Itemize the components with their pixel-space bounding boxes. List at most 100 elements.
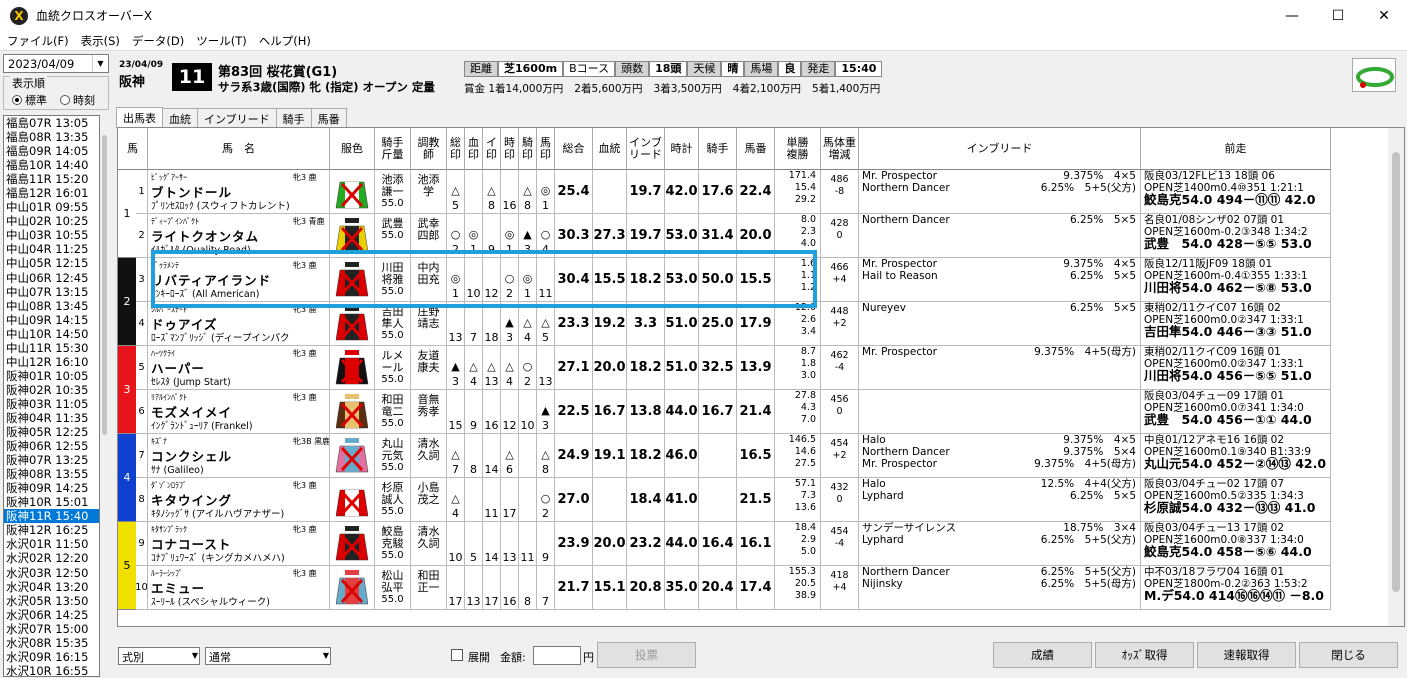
column-header[interactable]: 単勝 複勝: [775, 128, 821, 170]
column-header[interactable]: 調教 師: [411, 128, 447, 170]
tenkai-checkbox[interactable]: [451, 649, 463, 661]
race-list-item[interactable]: 水沢03R 12:50: [4, 566, 99, 580]
date-select[interactable]: 2023/04/09 ▼: [3, 54, 109, 73]
radio-time[interactable]: 時刻: [60, 92, 95, 108]
column-header[interactable]: 騎 印: [519, 128, 537, 170]
column-header[interactable]: 血 印: [465, 128, 483, 170]
radio-standard[interactable]: 標準: [12, 92, 47, 108]
bet-mode-select[interactable]: 通常 ▼: [205, 647, 331, 665]
column-header[interactable]: イ 印: [483, 128, 501, 170]
horse-name-cell[interactable]: ﾀﾞｿﾞﾝﾛﾗﾌﾞ 牝3 鹿キタウイング ｷﾀﾉｼｯｸﾞｻ (アイルハヴアナザー): [148, 478, 330, 522]
flash-fetch-button[interactable]: 速報取得: [1197, 642, 1296, 668]
horse-name-cell[interactable]: ｷｽﾞﾅ 牝3B 黒鹿 コンクシェル ｻﾅ (Galileo): [148, 434, 330, 478]
bet-type-select[interactable]: 式別 ▼: [118, 647, 200, 665]
race-list-item[interactable]: 福島09R 14:05: [4, 144, 99, 158]
dam-sire: ｺﾅﾌﾞﾘｭﾜｰｽﾞ (キングカメハメハ): [151, 553, 285, 564]
race-list-item[interactable]: 中山11R 15:30: [4, 341, 99, 355]
race-list-item[interactable]: 阪神11R 15:40: [4, 509, 99, 524]
race-list[interactable]: 福島07R 13:05 福島08R 13:35 福島09R 14:05 福島10R 1…: [3, 115, 100, 677]
column-header[interactable]: インブ リード: [627, 128, 665, 170]
tab-2[interactable]: インブリード: [197, 108, 277, 128]
race-list-scrollbar[interactable]: [100, 115, 109, 677]
menu-view[interactable]: 表示(S): [74, 31, 125, 50]
tab-1[interactable]: 血統: [162, 108, 198, 128]
horse-name-cell[interactable]: ｼﾙﾊﾞｰｽﾃｰﾄ 牝3 鹿ドゥアイズ ﾛｰｽﾞﾏﾝﾌﾞﾘｯｼﾞ (ディープインパク: [148, 302, 330, 346]
race-list-item[interactable]: 阪神07R 13:25: [4, 453, 99, 467]
column-header[interactable]: 馬 印: [537, 128, 555, 170]
race-list-item[interactable]: 中山06R 12:45: [4, 271, 99, 285]
race-list-item[interactable]: 水沢07R 15:00: [4, 622, 99, 636]
race-list-item[interactable]: 福島12R 16:01: [4, 186, 99, 200]
column-header[interactable]: インブリード: [859, 128, 1141, 170]
race-list-item[interactable]: 中山12R 16:10: [4, 355, 99, 369]
maximize-button[interactable]: ☐: [1315, 0, 1361, 31]
race-list-item[interactable]: 水沢01R 11:50: [4, 537, 99, 551]
menu-file[interactable]: ファイル(F): [0, 31, 74, 50]
column-header[interactable]: 時 印: [501, 128, 519, 170]
column-header[interactable]: 馬番: [737, 128, 775, 170]
tab-4[interactable]: 馬番: [310, 108, 347, 128]
race-list-item[interactable]: 水沢02R 12:20: [4, 551, 99, 565]
chevron-down-icon[interactable]: ▼: [92, 55, 108, 72]
race-list-item[interactable]: 中山08R 13:45: [4, 299, 99, 313]
horse-name-cell[interactable]: ﾋﾞｯｸﾞｱｰｻｰ 牝3 鹿ブトンドール ﾌﾟﾘﾝｾｽﾛｯｸ (スウィフトカレント): [148, 170, 330, 214]
horse-name-cell[interactable]: ﾊｰﾂｸﾗｲ 牝3 鹿ハーパー ｾﾚｽﾀ (Jump Start): [148, 346, 330, 390]
race-list-item[interactable]: 中山10R 14:50: [4, 327, 99, 341]
race-list-item[interactable]: 阪神02R 10:35: [4, 383, 99, 397]
race-list-item[interactable]: 中山05R 12:15: [4, 256, 99, 270]
minimize-button[interactable]: —: [1269, 0, 1315, 31]
column-header[interactable]: 前走: [1141, 128, 1331, 170]
table-scrollbar[interactable]: [1388, 128, 1404, 626]
race-list-item[interactable]: 中山09R 14:15: [4, 313, 99, 327]
column-header[interactable]: 馬: [118, 128, 148, 170]
column-header[interactable]: 騎手 斤量: [375, 128, 411, 170]
race-list-item[interactable]: 中山04R 11:25: [4, 242, 99, 256]
race-list-item[interactable]: 福島07R 13:05: [4, 116, 99, 130]
horse-name-cell[interactable]: ﾙｰﾗｰｼｯﾌﾟ 牝3 鹿エミュー ｽｰﾘｰﾙ (スペシャルウィーク): [148, 566, 330, 610]
column-header[interactable]: 服色: [330, 128, 375, 170]
vote-button[interactable]: 投票: [597, 642, 696, 668]
odds-fetch-button[interactable]: ｵｯｽﾞ取得: [1095, 642, 1194, 668]
race-list-item[interactable]: 阪神03R 11:05: [4, 397, 99, 411]
horse-name-cell[interactable]: ｷﾀｻﾝﾌﾞﾗｯｸ 牝3 鹿コナコースト ｺﾅﾌﾞﾘｭﾜｰｽﾞ (キングカメハメハ): [148, 522, 330, 566]
column-header[interactable]: 騎手: [699, 128, 737, 170]
column-header[interactable]: 血統: [593, 128, 627, 170]
race-list-item[interactable]: 水沢06R 14:25: [4, 608, 99, 622]
race-list-item[interactable]: 水沢08R 15:35: [4, 636, 99, 650]
race-list-item[interactable]: 水沢04R 13:20: [4, 580, 99, 594]
column-header[interactable]: 馬 名: [148, 128, 330, 170]
amount-input[interactable]: [533, 646, 581, 665]
menu-tools[interactable]: ツール(T): [189, 31, 252, 50]
race-list-item[interactable]: 中山07R 13:15: [4, 285, 99, 299]
column-header[interactable]: 総 印: [447, 128, 465, 170]
menu-data[interactable]: データ(D): [125, 31, 189, 50]
race-list-item[interactable]: 阪神06R 12:55: [4, 439, 99, 453]
race-list-item[interactable]: 阪神09R 14:25: [4, 481, 99, 495]
tab-3[interactable]: 騎手: [275, 108, 312, 128]
column-header[interactable]: 馬体重 増減: [821, 128, 859, 170]
menu-help[interactable]: ヘルプ(H): [252, 31, 316, 50]
horse-name-cell[interactable]: ﾘｱﾙｲﾝﾊﾟｸﾄ 牝3 鹿モズメイメイ ｲﾝｸﾞﾗﾝﾄﾞｭｰﾘｱ (Frankel…: [148, 390, 330, 434]
race-list-item[interactable]: 阪神08R 13:55: [4, 467, 99, 481]
race-list-item[interactable]: 阪神04R 11:35: [4, 411, 99, 425]
race-list-item[interactable]: 水沢09R 16:15: [4, 650, 99, 664]
close-button[interactable]: ✕: [1361, 0, 1407, 31]
race-list-item[interactable]: 阪神12R 16:25: [4, 523, 99, 537]
close-window-button[interactable]: 閉じる: [1299, 642, 1398, 668]
race-list-item[interactable]: 中山03R 10:55: [4, 228, 99, 242]
race-list-item[interactable]: 福島08R 13:35: [4, 130, 99, 144]
horse-number-cell: 9: [136, 522, 148, 566]
race-list-item[interactable]: 阪神10R 15:01: [4, 495, 99, 509]
column-header[interactable]: 総合: [555, 128, 593, 170]
race-list-item[interactable]: 水沢10R 16:55: [4, 664, 99, 676]
column-header[interactable]: 時計: [665, 128, 699, 170]
race-list-item[interactable]: 阪神05R 12:25: [4, 425, 99, 439]
tab-0[interactable]: 出馬表: [116, 107, 163, 128]
race-list-item[interactable]: 中山02R 10:25: [4, 214, 99, 228]
race-list-item[interactable]: 福島10R 14:40: [4, 158, 99, 172]
race-list-item[interactable]: 水沢05R 13:50: [4, 594, 99, 608]
race-list-item[interactable]: 阪神01R 10:05: [4, 369, 99, 383]
race-list-item[interactable]: 福島11R 15:20: [4, 172, 99, 186]
results-button[interactable]: 成績: [993, 642, 1092, 668]
race-list-item[interactable]: 中山01R 09:55: [4, 200, 99, 214]
